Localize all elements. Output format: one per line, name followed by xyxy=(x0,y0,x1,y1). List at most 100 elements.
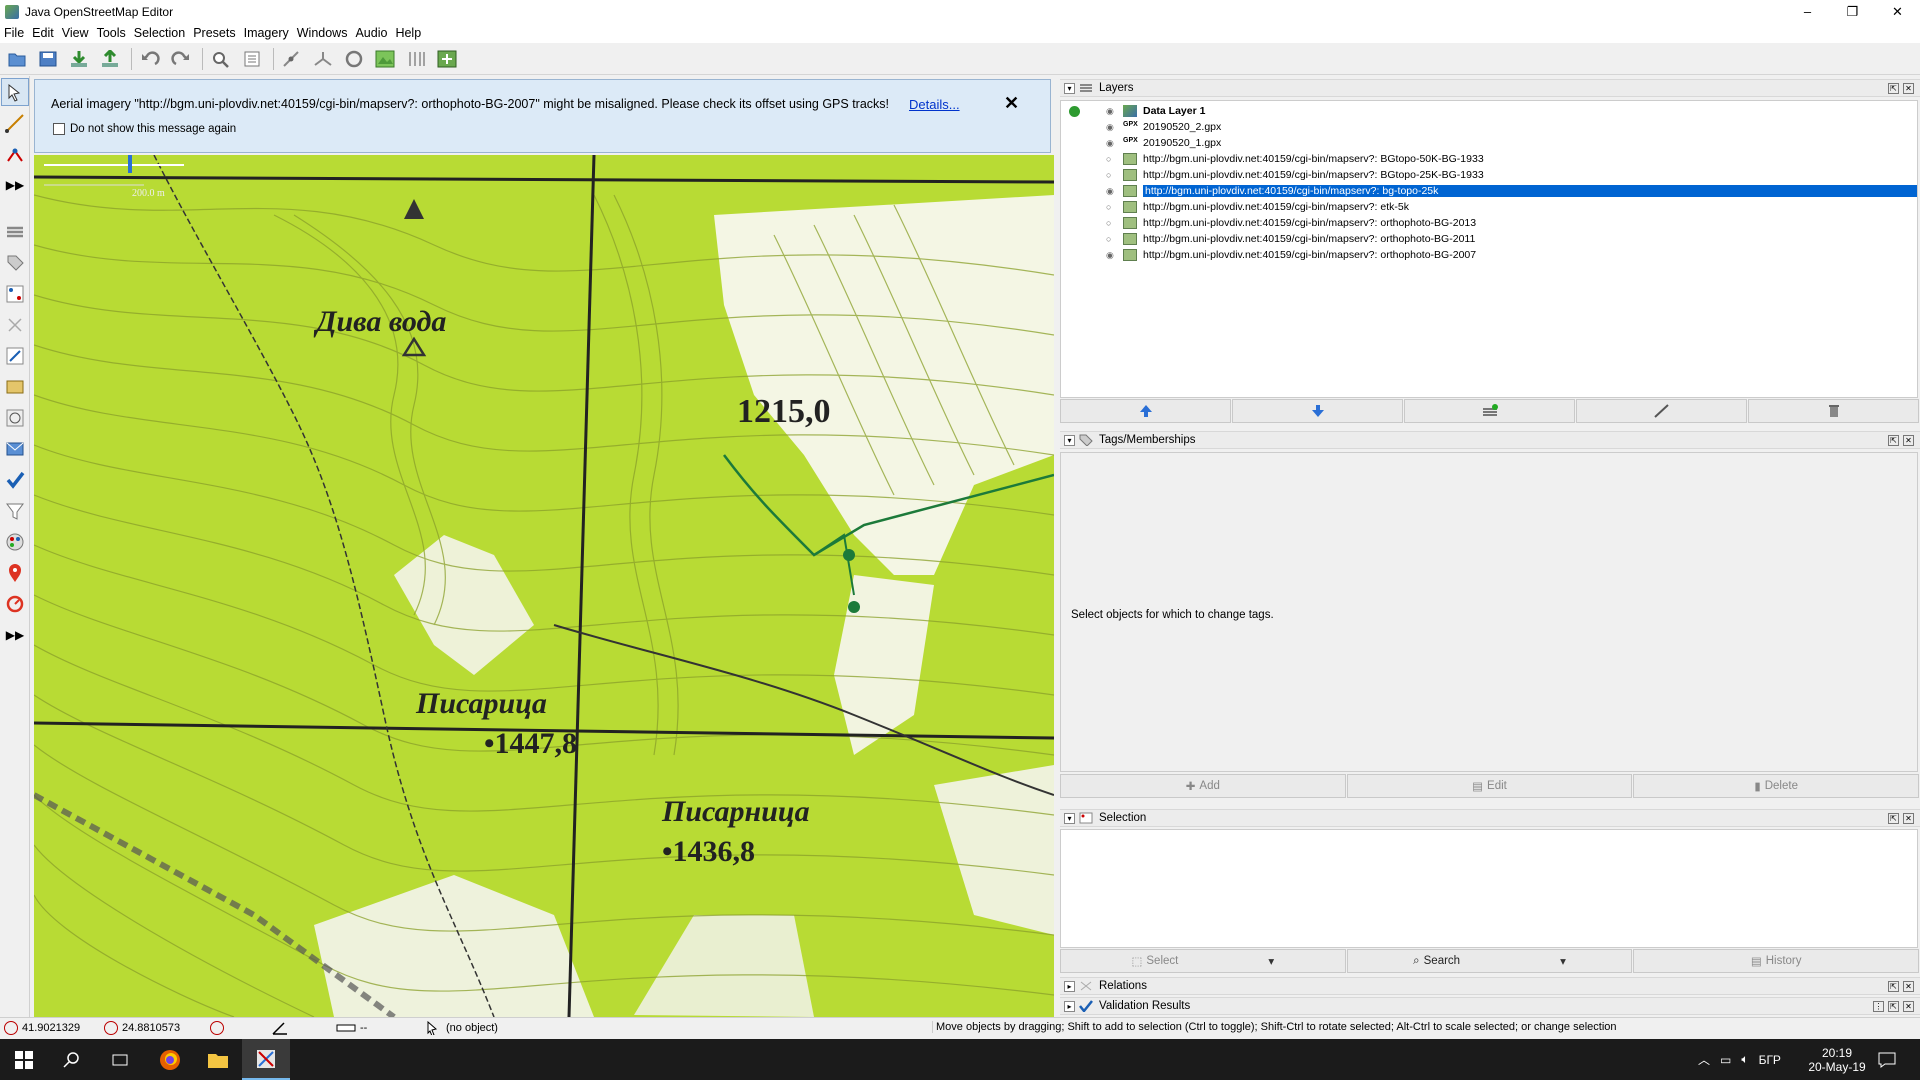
preferences-icon[interactable]: ⋮ xyxy=(1873,1001,1884,1012)
edit-tag-button[interactable]: ▤ Edit xyxy=(1346,774,1633,798)
select-button[interactable]: ⬚ Select ▾ xyxy=(1060,949,1346,973)
visibility-eye-icon[interactable]: ○ xyxy=(1106,170,1116,180)
move-down-button[interactable] xyxy=(1232,399,1403,423)
visibility-eye-icon[interactable]: ○ xyxy=(1106,202,1116,212)
map-view[interactable]: 200.0 m Дива вода 1215,0 Писарица •1447,… xyxy=(34,155,1054,1017)
network-icon[interactable]: ▭ xyxy=(1720,1053,1731,1067)
layer-row[interactable]: ○ http://bgm.uni-plovdiv.net:40159/cgi-bi… xyxy=(1061,167,1919,183)
toggle-commands-icon[interactable] xyxy=(1,342,29,370)
tags-panel-header[interactable]: ▾ Tags/Memberships ⇱ ✕ xyxy=(1060,431,1920,449)
menu-imagery[interactable]: Imagery xyxy=(240,26,293,40)
toggle-map-paint-icon[interactable] xyxy=(1,528,29,556)
input-language[interactable]: БГР xyxy=(1759,1053,1781,1067)
volume-icon[interactable]: 🔈︎ xyxy=(1741,1052,1748,1067)
close-notification-icon[interactable]: ✕ xyxy=(1004,93,1019,114)
menu-selection[interactable]: Selection xyxy=(130,26,189,40)
firefox-taskbar-button[interactable] xyxy=(146,1039,194,1080)
add-tag-button[interactable]: ✚ Add xyxy=(1060,774,1346,798)
layer-row[interactable]: ◉ GPX 20190520_2.gpx xyxy=(1061,119,1919,135)
toggle-changeset-icon[interactable] xyxy=(1,435,29,463)
josm-taskbar-button[interactable] xyxy=(242,1039,290,1080)
open-file-icon[interactable] xyxy=(3,45,31,73)
checkbox-box[interactable] xyxy=(53,123,65,135)
collapse-toggle-icon[interactable]: ▾ xyxy=(1064,812,1075,824)
menu-file[interactable]: File xyxy=(0,26,28,40)
improve-way-icon[interactable] xyxy=(1,140,29,168)
visibility-eye-icon[interactable]: ◉ xyxy=(1106,138,1116,149)
layer-row[interactable]: ○ http://bgm.uni-plovdiv.net:40159/cgi-bi… xyxy=(1061,215,1919,231)
close-panel-icon[interactable]: ✕ xyxy=(1903,813,1914,824)
toggle-filter-funnel-icon[interactable] xyxy=(1,497,29,525)
visibility-eye-icon[interactable]: ◉ xyxy=(1106,122,1116,133)
preferences-icon[interactable] xyxy=(238,45,266,73)
menu-audio[interactable]: Audio xyxy=(351,26,391,40)
expand-toggle-icon[interactable]: ▸ xyxy=(1064,980,1075,992)
menu-windows[interactable]: Windows xyxy=(293,26,352,40)
notifications-button[interactable] xyxy=(1878,1039,1896,1080)
layer-row[interactable]: ◉ http://bgm.uni-plovdiv.net:40159/cgi-bi… xyxy=(1061,183,1919,199)
file-explorer-taskbar-button[interactable] xyxy=(194,1039,242,1080)
move-up-button[interactable] xyxy=(1060,399,1231,423)
toggle-tags-icon[interactable] xyxy=(1,249,29,277)
upload-icon[interactable] xyxy=(96,45,124,73)
undo-icon[interactable] xyxy=(136,45,164,73)
toggle-notes-icon[interactable] xyxy=(1,559,29,587)
toggle-history-icon[interactable] xyxy=(1,404,29,432)
redo-icon[interactable] xyxy=(167,45,195,73)
menu-help[interactable]: Help xyxy=(391,26,425,40)
layer-row[interactable]: ○ http://bgm.uni-plovdiv.net:40159/cgi-bi… xyxy=(1061,231,1919,247)
details-link[interactable]: Details... xyxy=(909,97,960,112)
clock[interactable]: 20:19 20-May-19 xyxy=(1802,1039,1872,1080)
toggle-filter-icon[interactable] xyxy=(1,373,29,401)
download-icon[interactable] xyxy=(65,45,93,73)
restore-button[interactable]: ❐ xyxy=(1830,0,1875,23)
close-panel-icon[interactable]: ✕ xyxy=(1903,1001,1914,1012)
visibility-eye-icon[interactable]: ○ xyxy=(1106,154,1116,164)
toggle-layers-icon[interactable] xyxy=(1,218,29,246)
reverse-way-icon[interactable] xyxy=(340,45,368,73)
align-icon[interactable] xyxy=(402,45,430,73)
layer-row[interactable]: ◉ http://bgm.uni-plovdiv.net:40159/cgi-bi… xyxy=(1061,247,1919,263)
dont-show-checkbox[interactable]: Do not show this message again xyxy=(53,123,236,135)
toggle-validation-icon[interactable] xyxy=(1,466,29,494)
history-button[interactable]: ▤ History xyxy=(1633,949,1920,973)
relations-panel-header[interactable]: ▸ Relations ⇱ ✕ xyxy=(1060,977,1920,995)
minimize-button[interactable]: – xyxy=(1785,0,1830,23)
collapse-toggle-icon[interactable]: ▾ xyxy=(1064,82,1075,94)
close-panel-icon[interactable]: ✕ xyxy=(1903,83,1914,94)
toggle-selection-icon[interactable] xyxy=(1,280,29,308)
toggle-minimap-icon[interactable] xyxy=(1,590,29,618)
selection-list[interactable] xyxy=(1060,829,1918,948)
search-taskbar-button[interactable] xyxy=(48,1039,96,1080)
layer-row[interactable]: ○ http://bgm.uni-plovdiv.net:40159/cgi-bi… xyxy=(1061,199,1919,215)
imagery-offset-icon[interactable] xyxy=(433,45,461,73)
draw-mode-icon[interactable] xyxy=(1,109,29,137)
undock-icon[interactable]: ⇱ xyxy=(1888,981,1899,992)
split-way-icon[interactable] xyxy=(278,45,306,73)
close-window-button[interactable]: ✕ xyxy=(1875,0,1920,23)
selection-panel-header[interactable]: ▾ Selection ⇱ ✕ xyxy=(1060,809,1920,827)
undock-icon[interactable]: ⇱ xyxy=(1888,1001,1899,1012)
validation-panel-header[interactable]: ▸ Validation Results ⋮ ⇱ ✕ xyxy=(1060,997,1920,1015)
menu-presets[interactable]: Presets xyxy=(189,26,239,40)
save-icon[interactable] xyxy=(34,45,62,73)
close-panel-icon[interactable]: ✕ xyxy=(1903,435,1914,446)
delete-tag-button[interactable]: ▮ Delete xyxy=(1633,774,1920,798)
menu-view[interactable]: View xyxy=(58,26,93,40)
undock-icon[interactable]: ⇱ xyxy=(1888,435,1899,446)
expand-toggle-icon[interactable]: ▸ xyxy=(1064,1000,1075,1012)
visibility-eye-icon[interactable]: ◉ xyxy=(1106,186,1116,197)
more-tools-icon[interactable]: ▶▶ xyxy=(1,171,29,199)
start-button[interactable] xyxy=(0,1039,48,1080)
tray-expand-icon[interactable]: ︿ xyxy=(1698,1051,1710,1068)
menu-edit[interactable]: Edit xyxy=(28,26,58,40)
collapse-toggle-icon[interactable]: ▾ xyxy=(1064,434,1075,446)
layer-row[interactable]: ◉ Data Layer 1 xyxy=(1061,103,1919,119)
close-panel-icon[interactable]: ✕ xyxy=(1903,981,1914,992)
layers-list[interactable]: ◉ Data Layer 1 ◉ GPX 20190520_2.gpx ◉ GPX 20190… xyxy=(1060,100,1918,398)
more-panels-icon[interactable]: ▶▶ xyxy=(1,621,29,649)
zoom-icon[interactable] xyxy=(207,45,235,73)
duplicate-layer-button[interactable] xyxy=(1576,399,1747,423)
task-view-button[interactable] xyxy=(96,1039,144,1080)
merge-layer-button[interactable] xyxy=(1404,399,1575,423)
